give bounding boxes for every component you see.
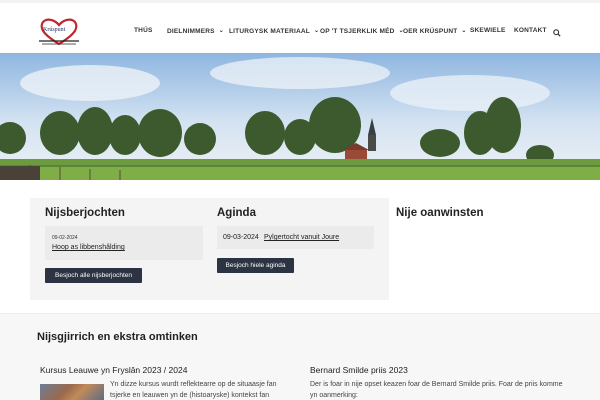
nav-item-thus[interactable]: THÚS <box>134 27 153 34</box>
nav-item-tsjerklik-med[interactable]: OP 'T TSJERKLIK MÉD ⌄ <box>320 27 404 35</box>
highlights-section: Nijsberjochten 09-02-2024 Hoop as libben… <box>0 180 600 313</box>
hero-illustration <box>0 53 600 180</box>
post-excerpt: Yn dizze kursus wurdt reflektearre op de… <box>110 380 290 400</box>
extra-section-title: Nijsgjirrich en ekstra omtinken <box>37 331 198 343</box>
nav-label: OP 'T TSJERKLIK MÉD <box>320 28 395 35</box>
nav-label: THÚS <box>134 27 153 34</box>
acquisitions-title: Nije oanwinsten <box>396 207 484 219</box>
all-news-button[interactable]: Besjoch alle nijsberjochten <box>45 268 142 283</box>
hero-landscape-image <box>0 53 600 180</box>
nav-item-dielnimmers[interactable]: DIELNIMMERS ⌄ <box>167 27 224 35</box>
agenda-title: Aginda <box>217 207 256 219</box>
nav-item-oer-kruspunt[interactable]: OER KRÚSPUNT ⌄ <box>403 27 467 35</box>
agenda-link[interactable]: Pylgertocht vanuit Joure <box>264 234 339 241</box>
post-thumbnail-image[interactable] <box>40 384 104 400</box>
agenda-item: 09-03-2024 Pylgertocht vanuit Joure <box>217 226 374 249</box>
full-agenda-button[interactable]: Besjoch hiele aginda <box>217 258 294 273</box>
search-icon[interactable] <box>553 29 561 37</box>
news-link[interactable]: Hoop as libbenshâlding <box>52 244 125 251</box>
nav-label: SKEWIELE <box>470 27 506 34</box>
nav-label: KONTAKT <box>514 27 547 34</box>
chevron-down-icon: ⌄ <box>218 28 224 34</box>
excerpt-line: tsjerke en leauwen yn de (histoaryske) k… <box>110 391 270 399</box>
post-title-priis[interactable]: Bernard Smilde priis 2023 <box>310 365 408 375</box>
nav-item-skewiele[interactable]: SKEWIELE <box>470 27 506 34</box>
extra-section: Nijsgjirrich en ekstra omtinken Kursus L… <box>0 313 600 400</box>
news-item: 09-02-2024 Hoop as libbenshâlding <box>45 226 203 260</box>
excerpt-line: Yn dizze kursus wurdt reflektearre op de… <box>110 381 277 388</box>
news-date: 09-02-2024 <box>52 235 78 241</box>
nav-label: DIELNIMMERS <box>167 28 215 35</box>
agenda-date: 09-03-2024 <box>223 234 259 241</box>
post-title-kursus[interactable]: Kursus Leauwe yn Fryslân 2023 / 2024 <box>40 365 187 375</box>
news-title: Nijsberjochten <box>45 207 125 219</box>
excerpt-line: yn oanmerking: <box>310 391 358 399</box>
site-header: Krúspunt THÚS DIELNIMMERS ⌄ LITURGYSK MAT… <box>0 3 600 53</box>
nav-label: OER KRÚSPUNT <box>403 28 458 35</box>
main-nav: THÚS DIELNIMMERS ⌄ LITURGYSK MATERIAAL ⌄ O… <box>0 3 600 53</box>
chevron-down-icon: ⌄ <box>313 28 320 34</box>
excerpt-line: Der is foar in nije opset keazen foar de… <box>310 381 563 388</box>
nav-item-liturgysk-materiaal[interactable]: LITURGYSK MATERIAAL ⌄ <box>229 27 319 35</box>
post-excerpt: Der is foar in nije opset keazen foar de… <box>310 380 580 400</box>
nav-label: LITURGYSK MATERIAAL <box>229 28 310 35</box>
nav-item-kontakt[interactable]: KONTAKT <box>514 27 547 34</box>
chevron-down-icon: ⌄ <box>461 28 467 34</box>
